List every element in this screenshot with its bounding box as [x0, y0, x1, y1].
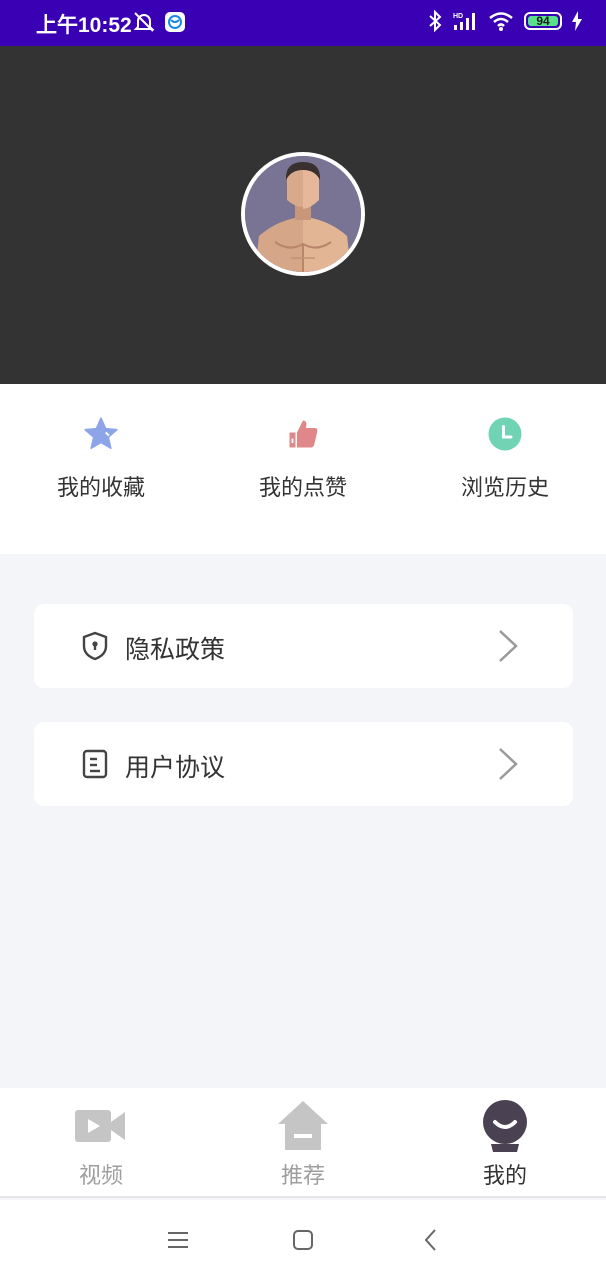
quick-actions-panel: 我的收藏 我的点赞 浏览历史	[0, 384, 606, 554]
user-agreement-label: 用户协议	[125, 753, 226, 782]
privacy-policy-label: 隐私政策	[125, 635, 226, 664]
bluetooth-icon	[429, 10, 442, 32]
menu-icon[interactable]	[164, 1226, 192, 1254]
user-agreement-item[interactable]: 用户协议	[34, 722, 573, 806]
star-icon	[81, 414, 121, 454]
battery-level: 94	[536, 14, 550, 28]
svg-text:HD: HD	[453, 13, 463, 20]
app-notification-icon	[165, 12, 185, 32]
tab-recommend[interactable]: 推荐	[233, 1098, 373, 1190]
status-time: 上午10:52	[36, 14, 132, 37]
tab-mine-label: 我的	[482, 1164, 527, 1189]
charging-icon	[572, 11, 582, 31]
chevron-right-icon	[499, 748, 518, 780]
profile-icon	[483, 1100, 527, 1152]
likes-label: 我的点赞	[258, 476, 347, 501]
history-label: 浏览历史	[460, 476, 549, 501]
back-icon[interactable]	[417, 1226, 445, 1254]
avatar[interactable]	[241, 152, 365, 276]
alarm-off-icon	[133, 12, 155, 32]
wifi-icon	[489, 12, 513, 31]
video-camera-icon	[75, 1110, 125, 1142]
hd-signal-icon: HD	[453, 13, 475, 30]
bottom-tab-bar: 视频 推荐 我的	[0, 1088, 606, 1198]
likes-button[interactable]: 我的点赞	[223, 414, 383, 502]
home-square-icon[interactable]	[289, 1226, 317, 1254]
profile-header	[0, 46, 606, 384]
clock-icon	[485, 414, 525, 454]
thumbs-up-icon	[283, 414, 323, 454]
battery-icon: 94	[524, 12, 562, 30]
status-bar: 上午10:52 HD 94	[0, 0, 606, 46]
shield-icon	[82, 631, 108, 661]
chevron-right-icon	[499, 630, 518, 662]
history-button[interactable]: 浏览历史	[425, 414, 585, 502]
tab-mine[interactable]: 我的	[435, 1098, 575, 1190]
document-icon	[82, 749, 108, 779]
favorites-button[interactable]: 我的收藏	[21, 414, 181, 502]
tab-video-label: 视频	[78, 1164, 123, 1189]
system-nav-bar	[0, 1200, 606, 1280]
tab-video[interactable]: 视频	[31, 1098, 171, 1190]
privacy-policy-item[interactable]: 隐私政策	[34, 604, 573, 688]
home-icon	[278, 1101, 328, 1150]
favorites-label: 我的收藏	[56, 476, 145, 501]
tab-recommend-label: 推荐	[280, 1164, 325, 1189]
